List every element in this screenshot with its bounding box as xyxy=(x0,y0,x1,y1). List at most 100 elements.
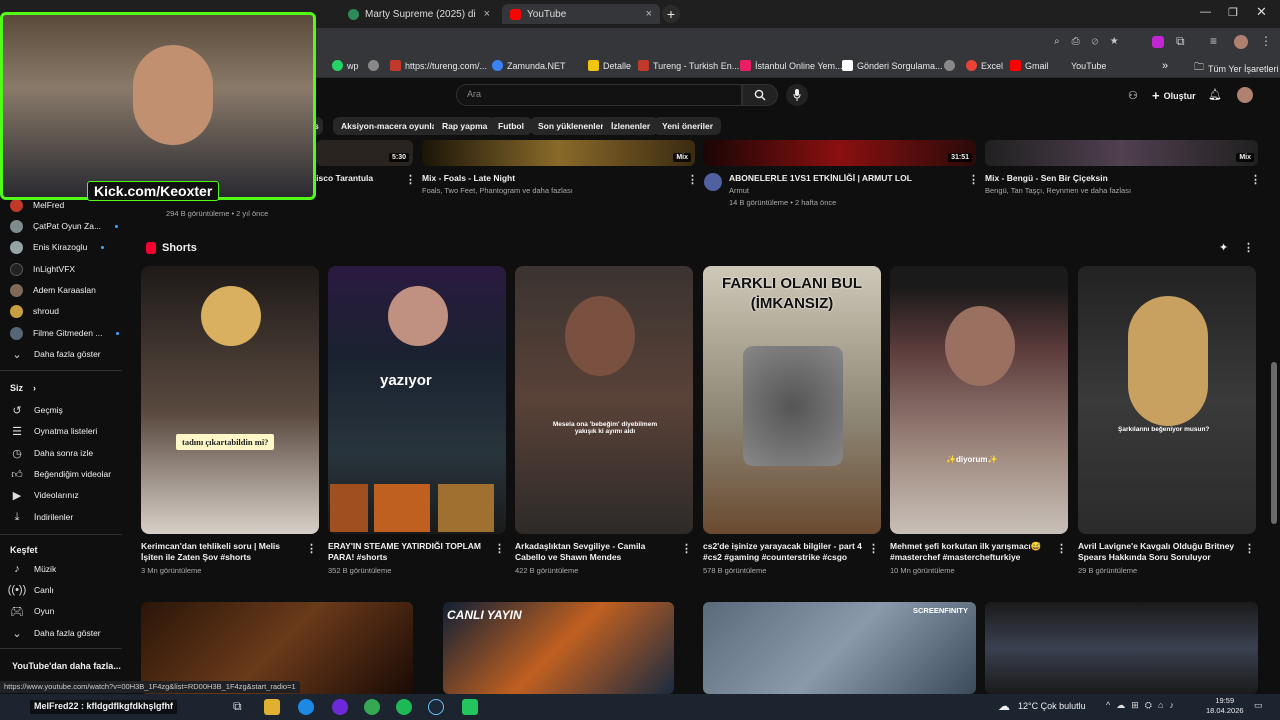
bookmark-item[interactable]: Detalle xyxy=(588,60,631,71)
video-thumbnail[interactable]: Mix xyxy=(422,140,695,166)
bookmark-item[interactable]: İstanbul Online Yem... xyxy=(740,60,843,71)
channel-name[interactable]: Armut xyxy=(729,186,749,196)
account-avatar[interactable] xyxy=(1237,87,1253,103)
sidebar-show-more[interactable]: ⌄ Daha fazla göster xyxy=(10,346,100,362)
sidebar-item-playlists[interactable]: ☰ Oynatma listeleri xyxy=(10,423,97,439)
short-title[interactable]: ERAY'IN STEAME YATIRDIĞI TOPLAM PARA! #s… xyxy=(328,541,488,563)
chip-action-adventure[interactable]: Aksiyon-macera oyunları xyxy=(333,117,451,135)
video-thumbnail[interactable]: SCREENFINITY xyxy=(703,602,976,694)
more-options-icon[interactable]: ⋮ xyxy=(1056,542,1067,555)
notifications-bell-icon[interactable]: 🔔︎ xyxy=(1208,88,1222,101)
short-title[interactable]: Mehmet şefi korkutan ilk yarışmacı😅 #mas… xyxy=(890,541,1050,563)
short-title[interactable]: Arkadaşlıktan Sevgiliye - Camila Cabello… xyxy=(515,541,675,563)
sidebar-show-more[interactable]: ⌄ Daha fazla göster xyxy=(10,625,100,641)
more-options-icon[interactable]: ⋮ xyxy=(494,542,505,555)
short-thumbnail[interactable]: FARKLI OLANI BUL (İMKANSIZ) xyxy=(703,266,881,534)
sidebar-item-subscription[interactable]: InLightVFX xyxy=(10,261,75,277)
steam-icon[interactable] xyxy=(428,699,444,715)
sidebar-item-downloads[interactable]: ⤓ İndirilenler xyxy=(10,509,74,525)
more-options-icon[interactable]: ⋮ xyxy=(968,173,979,186)
sidebar-item-your-videos[interactable]: ▶ Videolarınız xyxy=(10,487,79,503)
bookmark-item[interactable]: YouTube xyxy=(1056,60,1106,71)
clock[interactable]: 19:59 18.04.2026 xyxy=(1206,696,1244,716)
sidebar-item-watch-later[interactable]: ◷ Daha sonra izle xyxy=(10,445,93,461)
spotify-icon[interactable] xyxy=(396,699,412,715)
minimize-icon[interactable]: — xyxy=(1200,6,1211,18)
system-tray-icons[interactable]: ^☁⊞⛭⌂♪ xyxy=(1106,700,1180,711)
bookmark-item[interactable] xyxy=(368,60,379,71)
bookmark-item[interactable]: Gmail xyxy=(1010,60,1049,71)
shorts-feedback-icon[interactable]: ✦ xyxy=(1219,241,1228,254)
sidebar-item-music[interactable]: ♪ Müzik xyxy=(10,561,56,577)
video-title[interactable]: ABONELERLE 1VS1 ETKİNLİĞİ | ARMUT LOL xyxy=(729,173,912,184)
all-bookmarks-folder[interactable]: 🗀 Tüm Yer İşaretleri xyxy=(1194,60,1279,77)
video-thumbnail[interactable]: Mix xyxy=(985,140,1258,166)
more-options-icon[interactable]: ⋮ xyxy=(868,542,879,555)
close-window-icon[interactable]: ✕ xyxy=(1256,4,1267,20)
sidebar-item-live[interactable]: ((•)) Canlı xyxy=(8,582,54,598)
maximize-icon[interactable]: ❐ xyxy=(1228,6,1238,19)
chip-rap[interactable]: Rap yapma xyxy=(434,117,496,135)
weather-text[interactable]: 12°C Çok bulutlu xyxy=(1018,701,1086,711)
bookmark-item[interactable]: Excel xyxy=(966,60,1003,71)
sidebar-item-subscription[interactable]: ÇatPat Oyun Za... xyxy=(10,218,119,234)
create-button[interactable]: + Oluştur xyxy=(1152,88,1196,103)
profile-avatar[interactable] xyxy=(1234,35,1248,49)
sidebar-item-gaming[interactable]: 🎮︎ Oyun xyxy=(10,603,54,619)
short-title[interactable]: Avril Lavigne'e Kavgalı Olduğu Britney S… xyxy=(1078,541,1238,563)
bookmark-item[interactable] xyxy=(944,60,955,71)
sidebar-item-subscription[interactable]: Adem Karaaslan xyxy=(10,282,96,298)
sidebar-section-you[interactable]: Siz › xyxy=(10,380,36,396)
bookmark-item[interactable]: Tureng - Turkish En... xyxy=(638,60,739,71)
chip-watched[interactable]: İzlenenler xyxy=(603,117,659,135)
voice-search-button[interactable] xyxy=(786,84,808,106)
sidebar-item-subscription[interactable]: Filme Gitmeden ... xyxy=(10,325,120,341)
bookmark-item[interactable]: Gönderi Sorgulama... xyxy=(842,60,943,71)
short-thumbnail[interactable]: Mesela ona 'bebeğim' diyebilmem yakışık … xyxy=(515,266,693,534)
page-scrollbar[interactable] xyxy=(1271,362,1277,524)
new-tab-button[interactable]: + xyxy=(662,5,680,23)
task-view-icon[interactable]: ⧉ xyxy=(233,699,242,714)
video-thumbnail[interactable] xyxy=(985,602,1258,694)
video-title[interactable]: Mix - Foals - Late Night xyxy=(422,173,515,184)
sidebar-item-subscription[interactable]: shroud xyxy=(10,303,59,319)
bookmark-item[interactable]: Zamunda.NET xyxy=(492,60,566,71)
short-title[interactable]: Kerimcan'dan tehlikeli soru | Melis İşit… xyxy=(141,541,301,563)
bookmark-item[interactable]: wp xyxy=(332,60,359,71)
browser-tab-marty[interactable]: Marty Supreme (2025) directed × xyxy=(340,4,498,24)
toolbar-icons[interactable]: ⌕⎙⊘★ xyxy=(1054,36,1130,47)
sidebar-item-liked[interactable]: 👍︎ Beğendiğim videolar xyxy=(10,466,111,482)
puzzle-icon[interactable]: ⧉ xyxy=(1176,34,1185,49)
browser-tab-youtube[interactable]: YouTube × xyxy=(502,4,660,24)
notification-center-icon[interactable]: ▭ xyxy=(1254,700,1263,711)
sidebar-item-subscription[interactable]: Enis Kirazoglu xyxy=(10,239,105,255)
bookmarks-overflow-icon[interactable]: » xyxy=(1162,60,1168,72)
close-tab-icon[interactable]: × xyxy=(646,8,652,20)
media-icon[interactable]: ≡ xyxy=(1210,34,1217,48)
sidebar-item-history[interactable]: ↺ Geçmiş xyxy=(10,402,62,418)
more-options-icon[interactable]: ⋮ xyxy=(687,173,698,186)
video-thumbnail[interactable]: 31:51 xyxy=(703,140,976,166)
more-options-icon[interactable]: ⋮ xyxy=(1244,542,1255,555)
bookmark-item[interactable]: https://tureng.com/... xyxy=(390,60,487,71)
chip-football[interactable]: Futbol xyxy=(490,117,532,135)
more-options-icon[interactable]: ⋮ xyxy=(405,173,416,186)
chip-recent[interactable]: Son yüklenenler xyxy=(530,117,612,135)
app-icon[interactable] xyxy=(462,699,478,715)
more-options-icon[interactable]: ⋮ xyxy=(1243,241,1254,254)
video-title[interactable]: Mix - Bengü - Sen Bir Çiçeksin xyxy=(985,173,1108,184)
short-thumbnail[interactable]: tadını çıkartabildin mi? xyxy=(141,266,319,534)
file-explorer-icon[interactable] xyxy=(264,699,280,715)
search-button[interactable] xyxy=(742,84,778,106)
browser-menu-icon[interactable]: ⋮ xyxy=(1260,34,1272,48)
short-title[interactable]: cs2'de işinize yarayacak bilgiler - part… xyxy=(703,541,863,563)
chrome-icon[interactable] xyxy=(364,699,380,715)
video-thumbnail[interactable]: CANLI YAYIN xyxy=(443,602,674,694)
short-thumbnail[interactable]: ✨diyorum✨ xyxy=(890,266,1068,534)
channel-avatar[interactable] xyxy=(704,173,722,191)
extension-icon[interactable] xyxy=(1152,36,1164,48)
edge-icon[interactable] xyxy=(298,699,314,715)
video-title[interactable]: Disco Tarantula xyxy=(310,173,373,184)
chip-new-recommendations[interactable]: Yeni öneriler xyxy=(654,117,722,135)
close-tab-icon[interactable]: × xyxy=(484,8,490,20)
